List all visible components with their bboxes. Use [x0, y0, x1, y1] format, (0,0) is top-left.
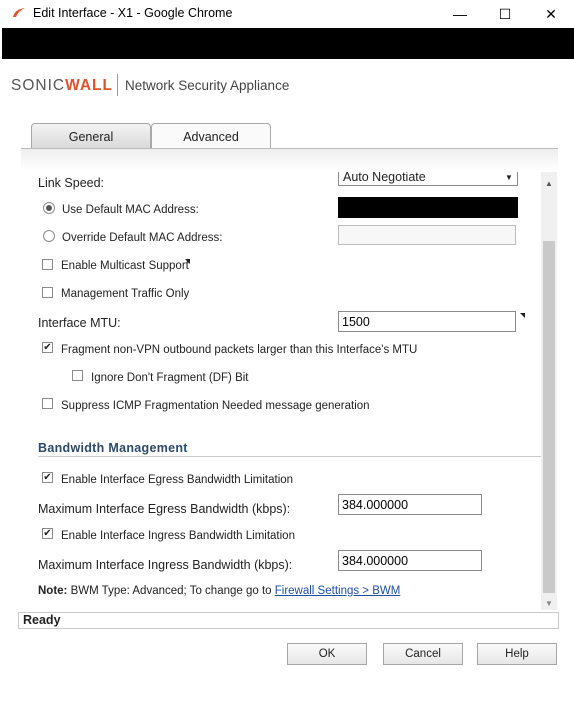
firewall-bwm-link[interactable]: Firewall Settings > BWM	[275, 585, 401, 597]
window-title: Edit Interface - X1 - Google Chrome	[33, 6, 233, 20]
scroll-down-icon[interactable]: ▼	[541, 596, 557, 610]
override-mac-radio[interactable]	[43, 230, 55, 242]
fragment-checkbox[interactable]: ✔	[42, 342, 53, 353]
egress-max-input[interactable]: 384.000000	[338, 494, 482, 515]
ingress-max-input[interactable]: 384.000000	[338, 550, 482, 571]
close-button[interactable]: ✕	[528, 0, 574, 28]
egress-enable-checkbox[interactable]: ✔	[42, 472, 53, 483]
override-mac-label: Override Default MAC Address:	[62, 232, 223, 244]
suppress-icmp-label: Suppress ICMP Fragmentation Needed messa…	[61, 400, 370, 412]
sonicwall-logo: SONICWALL	[11, 77, 113, 95]
ignore-df-label: Ignore Don't Fragment (DF) Bit	[91, 372, 249, 384]
app-icon	[13, 8, 25, 17]
fragment-label: Fragment non-VPN outbound packets larger…	[61, 344, 418, 356]
tooltip-marker-icon	[520, 313, 525, 318]
scroll-up-icon[interactable]: ▲	[541, 176, 557, 190]
mgmt-traffic-label: Management Traffic Only	[61, 288, 190, 300]
logo-text-sonic: SONIC	[11, 77, 66, 94]
logo-text-wall: WALL	[65, 77, 113, 94]
content-shade	[21, 149, 558, 171]
default-mac-field-redacted	[338, 197, 518, 218]
help-button[interactable]: Help	[477, 643, 557, 665]
logo-divider	[117, 74, 118, 96]
ingress-enable-checkbox[interactable]: ✔	[42, 528, 53, 539]
multicast-label: Enable Multicast Support	[61, 260, 189, 272]
note-label: Note:	[38, 585, 68, 597]
tab-advanced[interactable]: Advanced	[151, 123, 271, 149]
status-bar	[18, 612, 559, 629]
egress-max-label: Maximum Interface Egress Bandwidth (kbps…	[38, 502, 291, 516]
link-speed-select[interactable]: Auto Negotiate	[338, 172, 518, 186]
tab-general[interactable]: General	[31, 123, 151, 149]
cancel-button[interactable]: Cancel	[383, 643, 463, 665]
egress-enable-label: Enable Interface Egress Bandwidth Limita…	[61, 474, 294, 486]
section-title: Bandwidth Management	[38, 441, 188, 455]
mgmt-traffic-checkbox[interactable]	[42, 287, 53, 298]
note-text: BWM Type: Advanced; To change go to	[70, 585, 272, 597]
multicast-checkbox[interactable]	[42, 259, 53, 270]
ignore-df-checkbox[interactable]	[72, 370, 83, 381]
radio-selected-dot	[46, 205, 52, 211]
mtu-label: Interface MTU:	[38, 316, 121, 330]
scroll-thumb[interactable]	[543, 241, 555, 593]
suppress-icmp-checkbox[interactable]	[42, 398, 53, 409]
redacted-bar	[2, 28, 574, 59]
ingress-enable-label: Enable Interface Ingress Bandwidth Limit…	[61, 530, 295, 542]
maximize-button[interactable]: ☐	[482, 0, 528, 28]
minimize-button[interactable]: —	[437, 0, 483, 28]
chevron-down-icon[interactable]: ▼	[505, 173, 513, 182]
section-divider	[38, 456, 541, 457]
use-default-mac-label: Use Default MAC Address:	[62, 204, 199, 216]
use-default-mac-radio[interactable]	[43, 202, 55, 214]
tooltip-marker-icon	[185, 259, 190, 264]
ingress-max-label: Maximum Interface Ingress Bandwidth (kbp…	[38, 558, 293, 572]
bwm-note: Note: BWM Type: Advanced; To change go t…	[38, 585, 400, 597]
status-text: Ready	[23, 613, 61, 627]
link-speed-label: Link Speed:	[38, 176, 105, 190]
override-mac-input[interactable]	[338, 225, 516, 245]
product-name: Network Security Appliance	[125, 78, 290, 93]
ok-button[interactable]: OK	[287, 643, 367, 665]
mtu-input[interactable]: 1500	[338, 311, 516, 332]
